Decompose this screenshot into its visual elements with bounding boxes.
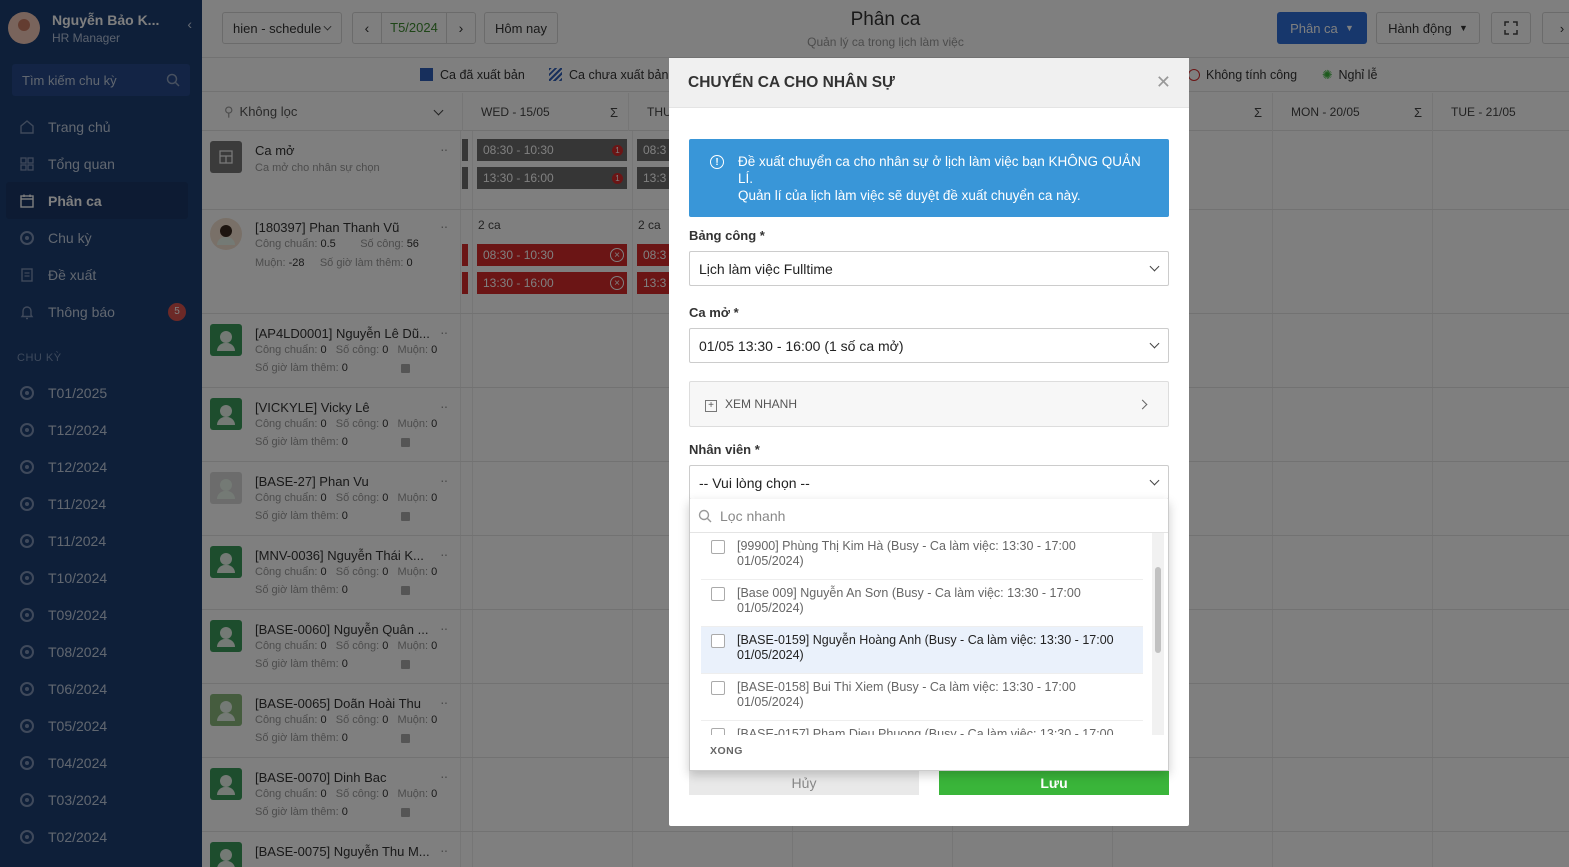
employee-select[interactable]: -- Vui lòng chọn -- (689, 465, 1169, 500)
save-button[interactable]: Lưu (939, 771, 1169, 795)
quick-view-label: XEM NHANH (725, 396, 798, 411)
option-label: [BASE-0157] Pham Dieu Phuong (Busy - Ca … (737, 727, 1114, 735)
employee-option[interactable]: [Base 009] Nguyễn An Sơn (Busy - Ca làm … (701, 580, 1143, 627)
option-label: [BASE-0158] Bui Thi Xiem (Busy - Ca làm … (737, 680, 1076, 709)
transfer-shift-modal: CHUYỂN CA CHO NHÂN SỰ ✕ ! Đề xuất chuyển… (669, 58, 1189, 826)
open-shift-select[interactable]: 01/05 13:30 - 16:00 (1 số ca mở) (689, 328, 1169, 363)
chevron-down-icon (1149, 475, 1160, 486)
chevron-down-icon (1149, 261, 1160, 272)
option-checkbox[interactable] (711, 728, 725, 735)
close-icon[interactable]: ✕ (1156, 72, 1171, 93)
open-shift-value: 01/05 13:30 - 16:00 (1 số ca mở) (699, 337, 904, 354)
option-checkbox[interactable] (711, 587, 725, 601)
plus-square-icon: + (705, 399, 717, 412)
cancel-button[interactable]: Hủy (689, 771, 919, 795)
scrollbar-thumb[interactable] (1155, 567, 1161, 653)
option-checkbox[interactable] (711, 681, 725, 695)
info-icon: ! (710, 155, 724, 169)
employee-label: Nhân viên * (689, 442, 760, 457)
modal-title: CHUYỂN CA CHO NHÂN SỰ (688, 73, 895, 91)
employee-option[interactable]: [99900] Phùng Thị Kim Hà (Busy - Ca làm … (701, 533, 1143, 580)
info-alert: ! Đề xuất chuyển ca cho nhân sự ở lịch l… (689, 139, 1169, 217)
timesheet-select[interactable]: Lịch làm việc Fulltime (689, 251, 1169, 286)
option-checkbox[interactable] (711, 634, 725, 648)
quick-view-toggle[interactable]: + XEM NHANH (689, 381, 1169, 427)
filter-placeholder: Lọc nhanh (720, 507, 786, 524)
employee-option[interactable]: [BASE-0157] Pham Dieu Phuong (Busy - Ca … (701, 721, 1143, 735)
quick-filter-input[interactable]: Lọc nhanh (690, 499, 1168, 533)
info-text-1: Đề xuất chuyển ca cho nhân sự ở lịch làm… (738, 154, 1141, 186)
chevron-right-icon (1137, 399, 1148, 409)
employee-option[interactable]: [BASE-0158] Bui Thi Xiem (Busy - Ca làm … (701, 674, 1143, 721)
employee-dropdown: Lọc nhanh [99900] Phùng Thị Kim Hà (Busy… (689, 499, 1169, 771)
option-label: [BASE-0159] Nguyễn Hoàng Anh (Busy - Ca … (737, 633, 1114, 662)
scrollbar[interactable] (1152, 533, 1164, 735)
option-label: [99900] Phùng Thị Kim Hà (Busy - Ca làm … (737, 539, 1076, 568)
open-shift-label: Ca mở * (689, 305, 739, 320)
employee-options: [99900] Phùng Thị Kim Hà (Busy - Ca làm … (701, 533, 1143, 735)
employee-option[interactable]: [BASE-0159] Nguyễn Hoàng Anh (Busy - Ca … (701, 627, 1143, 674)
option-label: [Base 009] Nguyễn An Sơn (Busy - Ca làm … (737, 586, 1081, 615)
info-text-2: Quản lí của lịch làm việc sẽ duyệt đề xu… (738, 188, 1081, 203)
employee-select-value: -- Vui lòng chọn -- (699, 474, 810, 491)
done-button[interactable]: XONG (710, 745, 743, 757)
timesheet-value: Lịch làm việc Fulltime (699, 260, 833, 277)
search-icon (698, 509, 712, 522)
chevron-down-icon (1149, 338, 1160, 349)
modal-header: CHUYỂN CA CHO NHÂN SỰ ✕ (669, 58, 1189, 108)
option-checkbox[interactable] (711, 540, 725, 554)
timesheet-label: Bảng công * (689, 228, 765, 243)
